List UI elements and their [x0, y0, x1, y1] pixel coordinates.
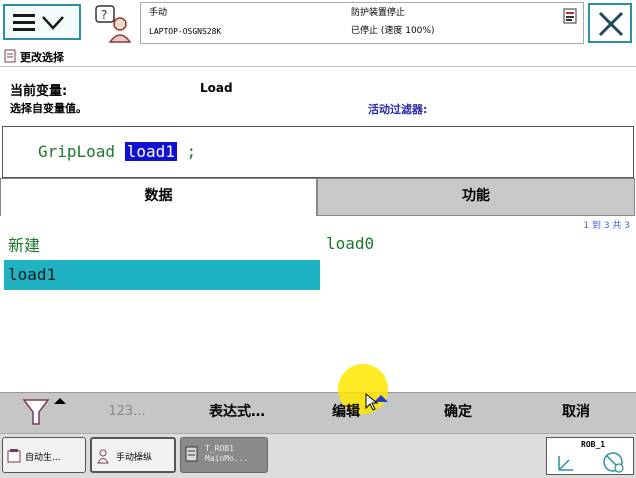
- jogging-icon: [97, 449, 109, 464]
- event-log-icon[interactable]: [563, 8, 577, 24]
- tab-functions-label: 功能: [462, 188, 490, 204]
- header-band: [0, 46, 636, 67]
- edit-selection-icon: [4, 49, 16, 63]
- choose-argument-label: 选择自变量值。: [10, 102, 87, 115]
- tab-data[interactable]: 数据: [0, 178, 317, 216]
- run-state: 已停止 (速度 100%): [351, 26, 435, 36]
- task-program-editor[interactable]: T_ROB1 MainMo...: [180, 437, 268, 473]
- cancel-button[interactable]: 取消: [528, 392, 624, 432]
- operator-icon[interactable]: ?: [94, 4, 134, 44]
- mouse-pointer-icon: [365, 392, 378, 411]
- numpad-button[interactable]: 123...: [92, 392, 162, 432]
- list-item-load1-selected[interactable]: load1: [4, 260, 320, 290]
- jog-coordinates-icon: [558, 452, 624, 473]
- hamburger-icon: [13, 14, 64, 31]
- close-icon: [598, 11, 624, 37]
- funnel-icon: [22, 398, 66, 425]
- program-editor-icon: [185, 446, 198, 462]
- tab-data-label: 数据: [144, 188, 173, 204]
- current-variable-label: 当前变量:: [10, 84, 68, 99]
- list-item-load0[interactable]: load0: [326, 234, 374, 253]
- expression-button[interactable]: 表达式…: [182, 392, 292, 432]
- close-button[interactable]: [588, 3, 632, 43]
- expression-prefix: GripLoad: [38, 142, 125, 161]
- task-jogging[interactable]: 手动操纵: [90, 437, 176, 473]
- list-item-new[interactable]: 新建: [8, 232, 40, 256]
- status-panel[interactable]: 手动 LAPTOP-OSGNS28K 防护装置停止 已停止 (速度 100%): [140, 2, 584, 44]
- expression-text: GripLoad load1 ;: [38, 142, 196, 161]
- task-program-editor-label: T_ROB1 MainMo...: [205, 444, 249, 463]
- funnel-button[interactable]: [0, 392, 92, 432]
- list-item-load1-label: load1: [8, 265, 57, 284]
- task-auto-production[interactable]: 自动生...: [2, 437, 86, 473]
- mode-text: 手动: [149, 8, 168, 18]
- tab-functions[interactable]: 功能: [317, 178, 635, 216]
- active-filter-label[interactable]: 活动过滤器:: [368, 101, 427, 117]
- variable-info: [0, 67, 636, 125]
- ok-button[interactable]: 确定: [410, 392, 506, 432]
- selected-argument[interactable]: load1: [124, 142, 177, 161]
- main-menu-button[interactable]: [3, 4, 81, 40]
- current-variable-value: Load: [200, 81, 233, 95]
- page-title: 更改选择: [20, 51, 64, 64]
- system-name: LAPTOP-OSGNS28K: [149, 27, 222, 36]
- expression-suffix: ;: [176, 142, 197, 161]
- svg-text:?: ?: [101, 8, 107, 22]
- page-indicator: 1 到 3 共 3: [583, 221, 630, 231]
- auto-production-icon: [7, 449, 21, 463]
- safety-status: 防护装置停止: [351, 8, 406, 18]
- task-auto-production-label: 自动生...: [25, 453, 61, 463]
- quickset-mechanical-unit[interactable]: ROB_1: [546, 437, 634, 475]
- task-jogging-label: 手动操纵: [116, 453, 153, 463]
